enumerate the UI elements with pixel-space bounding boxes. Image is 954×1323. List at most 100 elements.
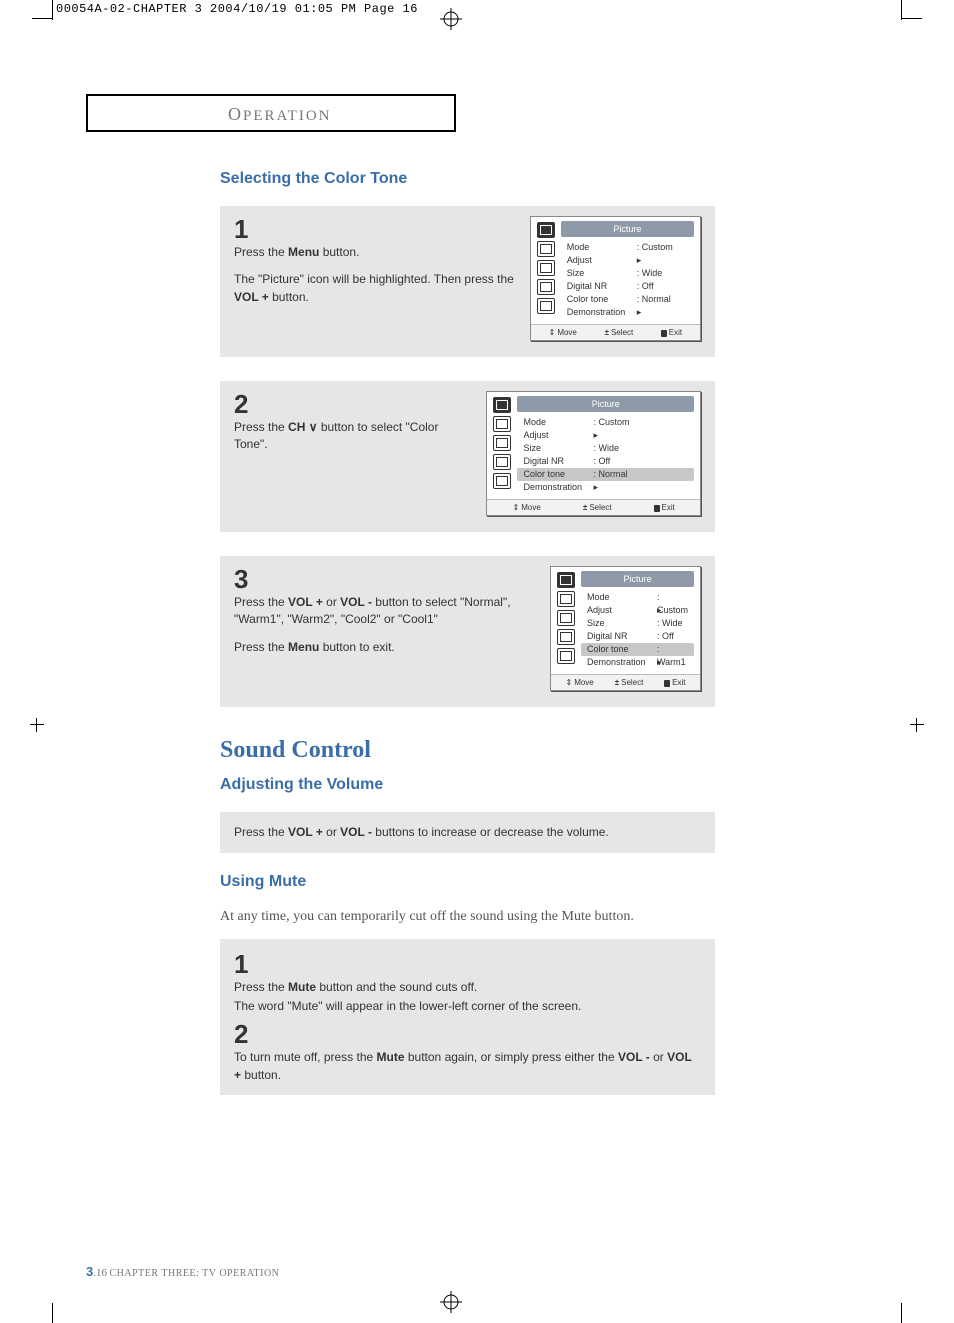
osd-category-icon (493, 416, 511, 432)
osd-category-icon (493, 473, 511, 489)
osd-footer-exit: Exit (654, 503, 675, 512)
slug-line: 00054A-02-CHAPTER 3 2004/10/19 01:05 PM … (56, 2, 418, 16)
osd-row-value: : Wide (593, 442, 688, 455)
osd-category-icon (537, 279, 555, 295)
osd-row-value: : Custom (593, 416, 688, 429)
osd-category-icon (493, 435, 511, 451)
page-footer: 3.16 CHAPTER THREE: TV OPERATION (86, 1264, 279, 1279)
osd-row: Size: Wide (517, 442, 694, 455)
osd-row-label: Mode (567, 241, 637, 254)
osd-row: Color tone: Warm1 (581, 643, 694, 656)
osd-row-value (593, 481, 688, 494)
osd-icon-column (531, 217, 561, 324)
osd-category-icon (557, 610, 575, 626)
osd-row-value: : Wide (637, 267, 688, 280)
step-paragraph: Press the VOL + or VOL - button to selec… (234, 594, 536, 629)
osd-row: Demonstration (581, 656, 694, 669)
osd-row-value (637, 306, 688, 319)
step-paragraph: The "Picture" icon will be highlighted. … (234, 271, 516, 306)
osd-category-icon (493, 397, 511, 413)
osd-row-label: Adjust (567, 254, 637, 267)
osd-category-icon (537, 222, 555, 238)
osd-row-label: Mode (523, 416, 593, 429)
step-card: 3Press the VOL + or VOL - button to sele… (220, 556, 715, 707)
registration-mark-icon (440, 1291, 462, 1313)
osd-row-label: Digital NR (587, 630, 657, 643)
osd-row-label: Digital NR (523, 455, 593, 468)
osd-footer-move: Move (513, 503, 541, 512)
osd-row: Adjust (517, 429, 694, 442)
osd-row-value (593, 429, 688, 442)
osd-row-value (657, 604, 688, 617)
step-paragraph: To turn mute off, press the Mute button … (234, 1049, 701, 1084)
side-crosshair-icon (30, 718, 44, 732)
chevron-right-icon (657, 657, 662, 667)
osd-footer-exit: Exit (661, 328, 682, 337)
osd-icon-column (551, 567, 581, 674)
step-paragraph: Press the CH ∨ button to select "Color T… (234, 419, 472, 454)
subheading-adjusting-volume: Adjusting the Volume (220, 776, 860, 794)
mute-intro: At any time, you can temporarily cut off… (220, 909, 860, 925)
osd-row: Adjust (581, 604, 694, 617)
osd-row: Mode: Custom (581, 591, 694, 604)
osd-icon-column (487, 392, 517, 499)
osd-row-label: Demonstration (523, 481, 593, 494)
osd-category-icon (557, 572, 575, 588)
osd-row: Adjust (561, 254, 694, 267)
osd-footer-select: Select (605, 328, 634, 337)
osd-row-label: Digital NR (567, 280, 637, 293)
osd-row-value: : Custom (657, 591, 688, 604)
osd-row-label: Adjust (523, 429, 593, 442)
osd-footer-select: Select (615, 678, 644, 687)
osd-footer-move: Move (549, 328, 577, 337)
footer-page-num: .16 (93, 1267, 107, 1279)
osd-category-icon (537, 298, 555, 314)
chevron-right-icon (657, 605, 662, 615)
step-paragraph: Press the Mute button and the sound cuts… (234, 979, 701, 996)
osd-footer: Move Select Exit (487, 499, 700, 515)
osd-screenshot: Picture Mode: CustomAdjustSize: WideDigit… (550, 566, 701, 691)
osd-screenshot: PictureMode: CustomAdjustSize: WideDigit… (530, 216, 701, 341)
osd-footer: Move Select Exit (531, 324, 700, 340)
osd-title: Picture (581, 571, 694, 587)
osd-category-icon (493, 454, 511, 470)
osd-row: Demonstration (517, 481, 694, 494)
step-paragraph: The word "Mute" will appear in the lower… (234, 998, 701, 1015)
step-number: 2 (234, 1021, 701, 1047)
osd-row: Color tone: Normal (517, 468, 694, 481)
osd-category-icon (557, 591, 575, 607)
chevron-right-icon (593, 430, 598, 440)
osd-row-label: Color tone (523, 468, 593, 481)
osd-row-value (657, 656, 688, 669)
osd-footer-select: Select (583, 503, 612, 512)
step-number: 3 (234, 566, 536, 592)
osd-row-label: Color tone (587, 643, 657, 656)
step-paragraph: Press the Menu button. (234, 244, 516, 261)
osd-row-label: Size (587, 617, 657, 630)
osd-title: Picture (517, 396, 694, 412)
osd-title: Picture (561, 221, 694, 237)
osd-row-value: : Off (637, 280, 688, 293)
osd-row: Digital NR: Off (581, 630, 694, 643)
osd-category-icon (537, 260, 555, 276)
osd-footer-exit: Exit (664, 678, 685, 687)
step-paragraph: Press the Menu button to exit. (234, 639, 536, 656)
osd-row-value: : Wide (657, 617, 688, 630)
step-card: 2Press the CH ∨ button to select "Color … (220, 381, 715, 532)
chevron-right-icon (593, 482, 598, 492)
section-tab: OPERATION (86, 94, 456, 132)
step-card: 1Press the Menu button.The "Picture" ico… (220, 206, 715, 357)
osd-row: Demonstration (561, 306, 694, 319)
chevron-right-icon (637, 255, 642, 265)
osd-row-value: : Normal (637, 293, 688, 306)
osd-row-label: Size (523, 442, 593, 455)
osd-row-value: : Off (593, 455, 688, 468)
osd-row-value: : Normal (593, 468, 688, 481)
chevron-right-icon (637, 307, 642, 317)
heading-sound-control: Sound Control (220, 737, 860, 764)
osd-category-icon (537, 241, 555, 257)
osd-row-label: Demonstration (567, 306, 637, 319)
step-text: 1Press the Menu button.The "Picture" ico… (234, 216, 516, 316)
osd-row-label: Size (567, 267, 637, 280)
osd-row-label: Color tone (567, 293, 637, 306)
